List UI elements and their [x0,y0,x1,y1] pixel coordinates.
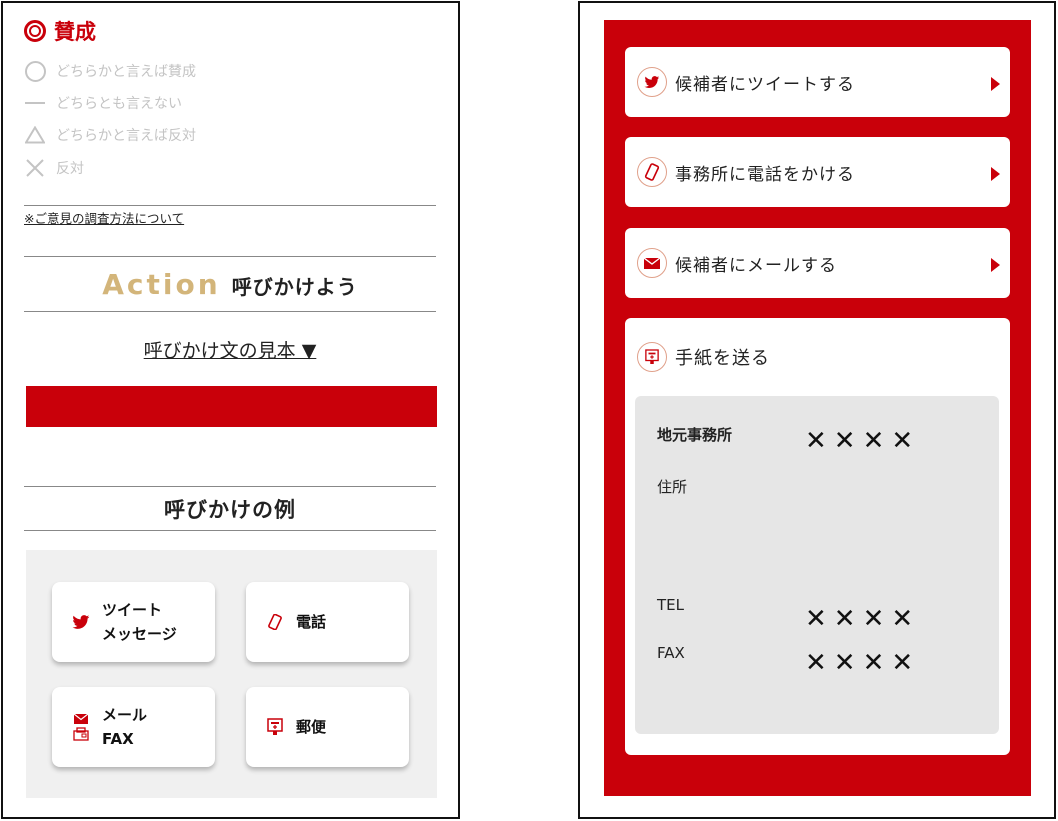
action-heading: Action 呼びかけよう [24,268,436,301]
arrow-right-icon [991,167,1000,181]
double-circle-icon [24,20,46,42]
cross-icon [24,157,46,179]
divider [24,256,436,257]
example-line2: メッセージ [102,625,177,643]
letter-label: 手紙を送る [675,348,770,369]
vote-option-label: どちらかと言えば賛成 [56,64,196,80]
tel-value: ✕✕✕✕ [805,604,921,634]
tel-label: TEL [657,596,684,614]
letter-header: 手紙を送る [637,342,770,372]
divider [24,486,436,487]
divider [24,311,436,312]
vote-option-label: どちらとも言えない [56,96,182,112]
vote-option-label: どちらかと言えば反対 [56,128,196,144]
example-line1: 電話 [296,613,327,631]
action-label: 候補者にメールする [675,255,837,276]
vote-selected[interactable]: 賛成 [24,16,96,46]
example-line1: メール [102,706,148,724]
address-box: 地元事務所 ✕✕✕✕ 住所 TEL ✕✕✕✕ FAX ✕✕✕✕ [635,396,999,734]
arrow-right-icon [991,77,1000,91]
vote-option-somewhat-agree[interactable]: どちらかと言えば賛成 [24,60,196,82]
phone-icon [637,157,667,187]
vote-option-oppose[interactable]: 反対 [24,157,84,179]
phone-icon [264,614,286,630]
dash-icon [24,92,46,114]
examples-box: ツイート メッセージ 電話 メール FAX 郵便 [26,550,437,798]
action-subtitle: 呼びかけよう [231,275,358,299]
vote-option-somewhat-oppose[interactable]: どちらかと言えば反対 [24,124,196,146]
example-phone-card[interactable]: 電話 [246,582,409,662]
office-label: 地元事務所 [657,426,733,444]
fax-value: ✕✕✕✕ [805,648,921,678]
survey-method-link[interactable]: ※ご意見の調査方法について [24,208,184,227]
action-label: 事務所に電話をかける [675,164,855,185]
call-office-button[interactable]: 事務所に電話をかける [625,137,1010,207]
action-word: Action [102,268,221,301]
tweet-candidate-button[interactable]: 候補者にツイートする [625,47,1010,117]
mail-candidate-button[interactable]: 候補者にメールする [625,228,1010,298]
twitter-icon [70,614,92,630]
letter-card: 手紙を送る 地元事務所 ✕✕✕✕ 住所 TEL ✕✕✕✕ FAX ✕✕✕✕ [625,318,1010,755]
address-label: 住所 [657,478,688,496]
example-mail-fax-card[interactable]: メール FAX [52,687,215,767]
sample-text-toggle[interactable]: 呼びかけ文の見本 ▼ [24,336,436,363]
red-banner [26,386,437,427]
fax-label: FAX [657,644,685,662]
vote-selected-label: 賛成 [54,20,96,44]
office-value: ✕✕✕✕ [805,426,921,456]
triangle-icon [24,124,46,146]
arrow-right-icon [991,258,1000,272]
postbox-icon [264,718,286,736]
twitter-icon [637,67,667,97]
mail-icon [637,248,667,278]
circle-icon [24,60,46,82]
divider [24,205,436,206]
example-line2: FAX [102,730,134,748]
example-line1: ツイート [102,601,163,619]
example-line1: 郵便 [296,718,327,736]
example-tweet-card[interactable]: ツイート メッセージ [52,582,215,662]
example-post-card[interactable]: 郵便 [246,687,409,767]
vote-option-neutral[interactable]: どちらとも言えない [24,92,182,114]
postbox-icon [637,342,667,372]
divider [24,530,436,531]
vote-option-label: 反対 [56,161,84,177]
examples-heading: 呼びかけの例 [164,498,296,522]
mail-fax-icon [70,713,92,741]
action-label: 候補者にツイートする [675,74,855,95]
